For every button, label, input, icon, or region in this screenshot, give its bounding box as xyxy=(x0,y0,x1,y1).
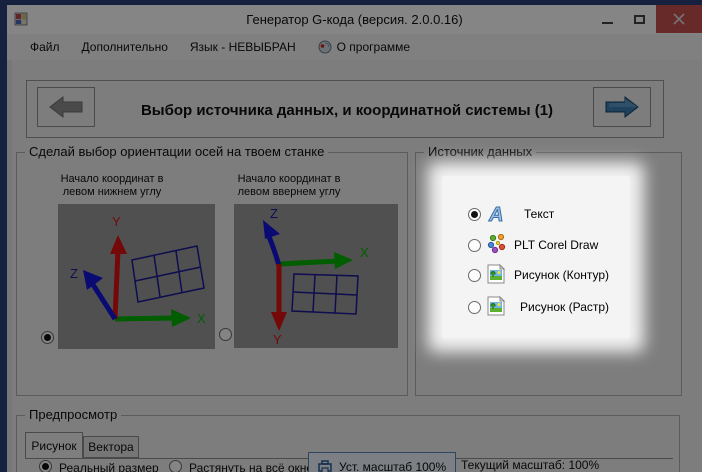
data-source-options: A Текст PLT Corel Draw Рисунок (Контур) … xyxy=(442,176,630,338)
raster-radio[interactable] xyxy=(468,300,481,314)
picture-icon xyxy=(487,264,505,284)
source-option-plt[interactable]: PLT Corel Draw xyxy=(442,233,630,257)
app-window: Генератор G-кода (версия. 2.0.0.16) Файл… xyxy=(0,0,702,472)
plt-radio[interactable] xyxy=(468,238,481,252)
text-icon: A xyxy=(488,204,504,226)
text-radio[interactable] xyxy=(468,207,481,221)
source-option-contour[interactable]: Рисунок (Контур) xyxy=(442,263,630,287)
corel-dots-icon xyxy=(487,234,506,254)
svg-text:A: A xyxy=(488,204,503,225)
source-option-text[interactable]: A Текст xyxy=(442,202,630,226)
picture-icon xyxy=(487,296,505,316)
contour-radio[interactable] xyxy=(468,268,481,282)
source-option-raster[interactable]: Рисунок (Растр) xyxy=(442,295,630,319)
